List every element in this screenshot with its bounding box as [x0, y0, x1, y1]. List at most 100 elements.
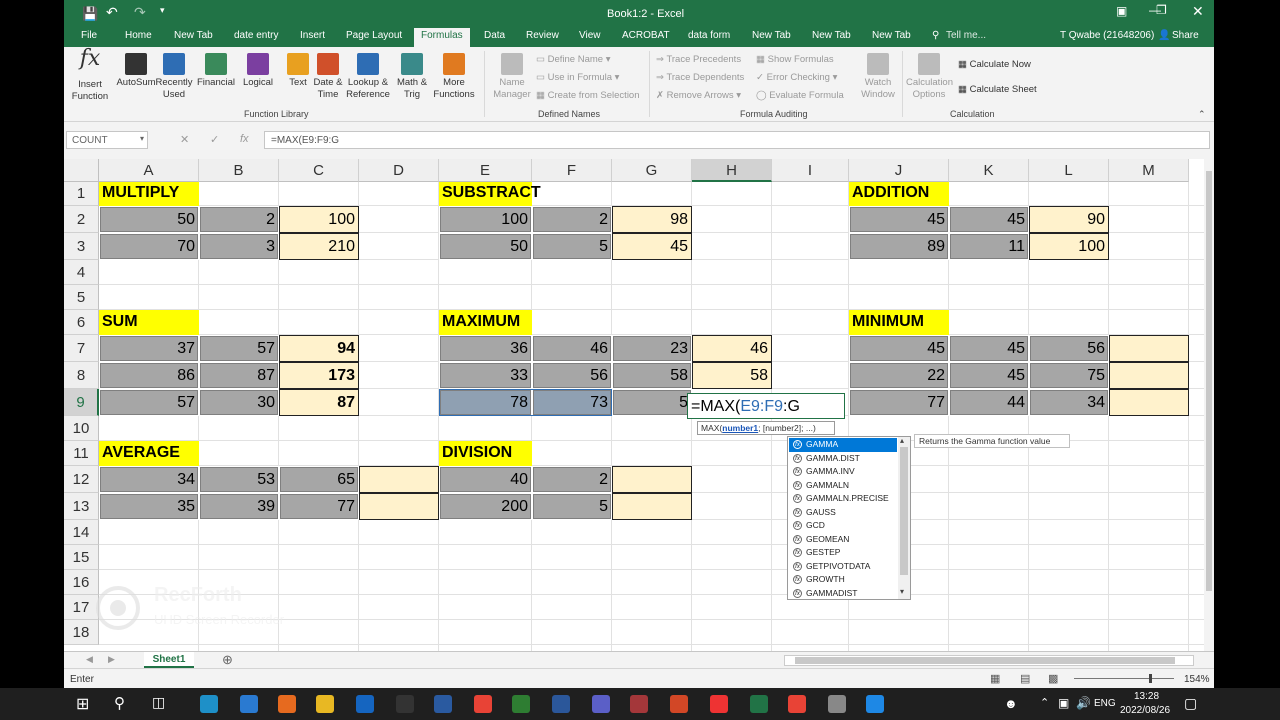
redo-icon[interactable]: ↷ [134, 4, 146, 21]
calculate-sheet-button[interactable]: ▦ Calculate Sheet [958, 84, 1037, 95]
average-cell[interactable]: 34 [99, 466, 199, 493]
scroll-thumb[interactable] [1206, 171, 1212, 591]
scroll-thumb[interactable] [795, 657, 1175, 664]
minimum-cell[interactable]: 34 [1029, 389, 1109, 416]
autocomplete-item-gamma-dist[interactable]: fx GAMMA.DIST [789, 452, 897, 466]
worksheet-grid[interactable]: A B C D E F G H I J K L M 1 2 3 4 5 6 7 8 9 10 11 12 13 14 15 16 17 18… [64, 159, 1204, 651]
minimum-cell[interactable]: 56 [1029, 335, 1109, 362]
maximum-cell[interactable]: 46 [532, 335, 612, 362]
minimum-cell[interactable] [1109, 389, 1189, 416]
watch-window-button[interactable]: Watch Window [860, 53, 896, 101]
insert-function-button[interactable]: fx Insert Function [70, 48, 110, 103]
maximum-result-cell[interactable]: 58 [692, 362, 772, 389]
sum-cell[interactable]: 57 [99, 389, 199, 416]
task-view-icon[interactable]: ◫ [152, 694, 165, 711]
translator-icon[interactable] [434, 695, 452, 713]
row-header-3[interactable]: 3 [64, 233, 99, 260]
define-name-button[interactable]: ▭ Define Name ▾ [536, 54, 611, 65]
ribbon-display-icon[interactable]: ▣ [1116, 4, 1127, 18]
maximum-result-cell[interactable]: 46 [692, 335, 772, 362]
close-icon[interactable]: ✕ [1192, 3, 1204, 20]
multiply-cell[interactable]: 2 [199, 206, 279, 233]
prev-sheet-icon[interactable]: ◀ [86, 654, 93, 665]
average-cell[interactable] [359, 466, 439, 493]
maximum-cell[interactable]: 36 [439, 335, 532, 362]
substract-cell[interactable]: 45 [612, 233, 692, 260]
remove-arrows-button[interactable]: ✗ Remove Arrows ▾ [656, 90, 741, 101]
row-header-13[interactable]: 13 [64, 493, 99, 520]
division-cell[interactable] [612, 466, 692, 493]
substract-cell[interactable]: 5 [532, 233, 612, 260]
tab-data-form[interactable]: data form [688, 30, 730, 41]
autocomplete-item-gcd[interactable]: fx GCD [789, 519, 897, 533]
maximum-cell[interactable]: 56 [532, 362, 612, 389]
notifications-icon[interactable]: ▢ [1184, 695, 1197, 712]
autocomplete-item-gammadist[interactable]: fx GAMMADIST [789, 587, 897, 601]
addition-cell[interactable]: 11 [949, 233, 1029, 260]
division-cell[interactable] [612, 493, 692, 520]
start-icon[interactable]: ⊞ [76, 694, 89, 714]
division-cell[interactable]: 2 [532, 466, 612, 493]
maximum-cell[interactable]: 23 [612, 335, 692, 362]
maximum-cell[interactable]: 78 [439, 389, 532, 416]
minimum-cell[interactable]: 45 [849, 335, 949, 362]
page-break-view-icon[interactable]: ▩ [1048, 672, 1058, 685]
editing-cell-h9[interactable]: =MAX(E9:F9:G [687, 393, 845, 419]
row-header-2[interactable]: 2 [64, 206, 99, 233]
save-icon[interactable]: 💾 [82, 6, 98, 22]
name-box-dropdown-icon[interactable]: ▾ [140, 134, 144, 143]
addition-cell[interactable]: 90 [1029, 206, 1109, 233]
teams-icon[interactable] [592, 695, 610, 713]
error-checking-button[interactable]: ✓ Error Checking ▾ [756, 72, 837, 83]
average-cell[interactable]: 39 [199, 493, 279, 520]
create-from-selection-button[interactable]: ▦ Create from Selection [536, 90, 640, 101]
normal-view-icon[interactable]: ▦ [990, 672, 1000, 685]
cancel-entry-icon[interactable]: ✕ [180, 133, 189, 146]
row-header-14[interactable]: 14 [64, 520, 99, 545]
row-header-8[interactable]: 8 [64, 362, 99, 389]
minimum-cell[interactable]: 22 [849, 362, 949, 389]
row-header-10[interactable]: 10 [64, 416, 99, 441]
column-header-d[interactable]: D [359, 159, 439, 182]
row-header-9[interactable]: 9 [64, 389, 99, 416]
addition-cell[interactable]: 45 [849, 206, 949, 233]
multiply-cell[interactable]: 50 [99, 206, 199, 233]
maximum-cell[interactable]: 73 [532, 389, 612, 416]
column-header-g[interactable]: G [612, 159, 692, 182]
ribbon-lookup-button[interactable]: Lookup & Reference [346, 53, 390, 101]
row-header-16[interactable]: 16 [64, 570, 99, 595]
tab-new-2[interactable]: New Tab [752, 30, 791, 41]
sum-cell[interactable]: 87 [199, 362, 279, 389]
vertical-scrollbar[interactable] [1204, 159, 1214, 651]
average-cell[interactable]: 65 [279, 466, 359, 493]
sum-cell[interactable]: 173 [279, 362, 359, 389]
row-header-17[interactable]: 17 [64, 595, 99, 620]
confirm-entry-icon[interactable]: ✓ [210, 133, 219, 146]
horizontal-scrollbar[interactable] [784, 655, 1194, 666]
addition-cell[interactable]: 45 [949, 206, 1029, 233]
minimum-cell[interactable] [1109, 362, 1189, 389]
outlook-icon[interactable] [356, 695, 374, 713]
input-language[interactable]: ENG [1094, 698, 1116, 709]
autocomplete-item-getpivotdata[interactable]: fx GETPIVOTDATA [789, 560, 897, 574]
row-header-12[interactable]: 12 [64, 466, 99, 493]
minimum-cell[interactable]: 45 [949, 362, 1029, 389]
substract-cell[interactable]: 100 [439, 206, 532, 233]
settings-icon[interactable] [828, 695, 846, 713]
edge-icon[interactable] [200, 695, 218, 713]
substract-cell[interactable]: 2 [532, 206, 612, 233]
tab-insert[interactable]: Insert [300, 30, 325, 41]
minimum-cell[interactable]: 45 [949, 335, 1029, 362]
clock-date[interactable]: 2022/08/26 [1120, 705, 1170, 716]
ribbon-recently-button[interactable]: Recently Used [152, 53, 196, 101]
page-layout-view-icon[interactable]: ▤ [1020, 672, 1030, 685]
column-header-f[interactable]: F [532, 159, 612, 182]
row-header-4[interactable]: 4 [64, 260, 99, 285]
insert-function-icon[interactable]: fx [240, 133, 249, 145]
formula-input[interactable]: =MAX(E9:F9:G [264, 131, 1210, 149]
column-header-h[interactable]: H [692, 159, 772, 182]
section-title-substract[interactable]: SUBSTRACT [439, 182, 541, 206]
sum-cell[interactable]: 87 [279, 389, 359, 416]
minimum-cell[interactable]: 77 [849, 389, 949, 416]
firefox-icon[interactable] [278, 695, 296, 713]
